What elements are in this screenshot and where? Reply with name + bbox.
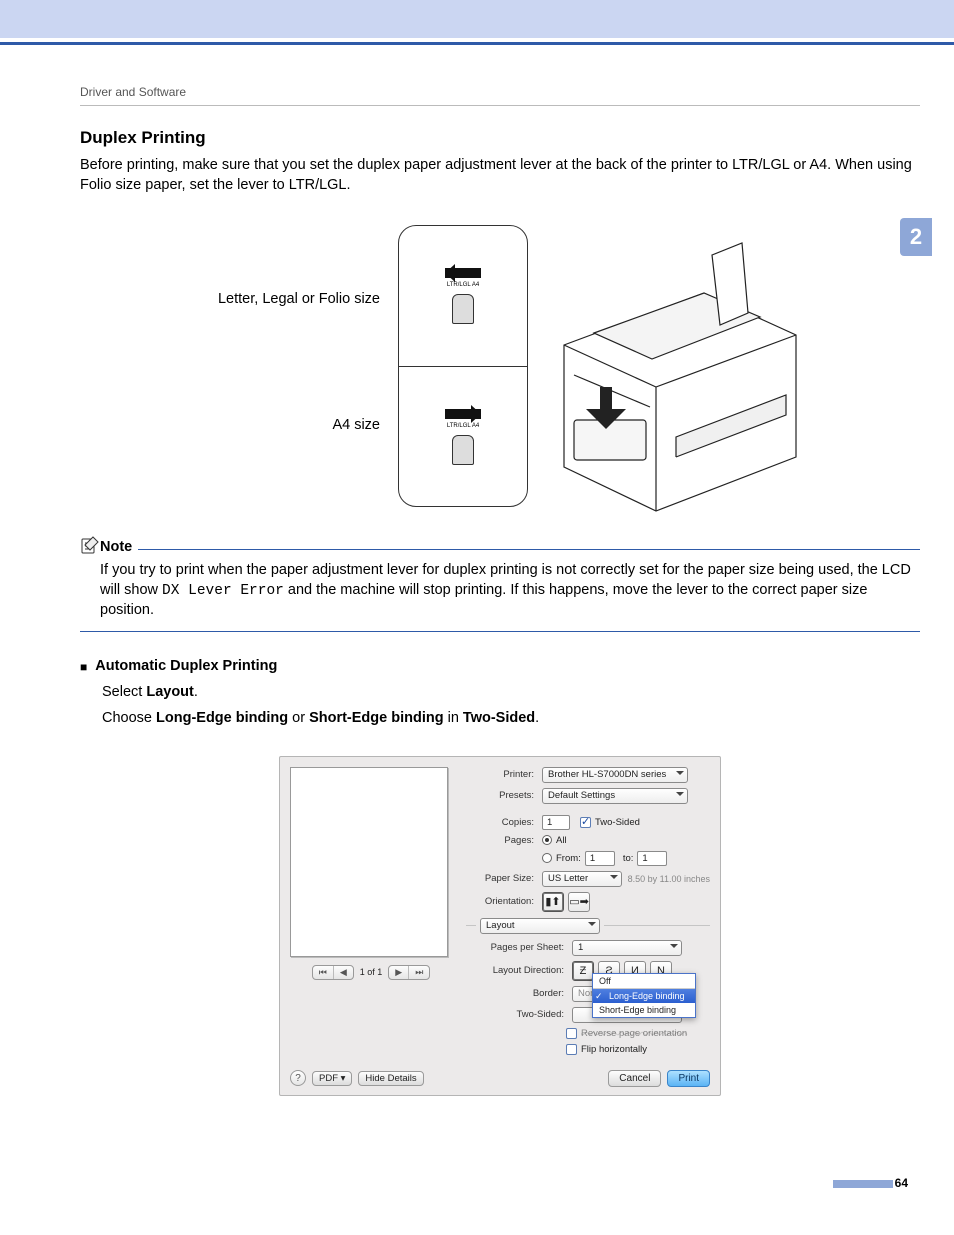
dd-option-off[interactable]: Off [593, 974, 695, 988]
auto-line-1: Select Layout. [102, 684, 920, 700]
lever-label-ltr: Letter, Legal or Folio size [80, 291, 380, 307]
reverse-page-checkbox[interactable] [566, 1028, 577, 1039]
presets-label: Presets: [466, 790, 534, 801]
page-number: 64 [80, 1176, 920, 1190]
layoutdir-label: Layout Direction: [466, 965, 564, 976]
pps-select[interactable]: 1 [572, 940, 682, 956]
orientation-label: Orientation: [466, 896, 534, 907]
note-icon [80, 535, 100, 555]
auto-duplex-heading: ■ Automatic Duplex Printing [80, 658, 920, 674]
papersize-dimensions: 8.50 by 11.00 inches [628, 874, 710, 884]
twosided-checkbox[interactable] [580, 817, 591, 828]
pages-label: Pages: [466, 835, 534, 846]
papersize-select[interactable]: US Letter [542, 871, 622, 887]
heading-duplex-printing: Duplex Printing [80, 128, 920, 148]
dd-option-long-edge[interactable]: Long-Edge binding [593, 989, 695, 1003]
pages-all-radio[interactable] [542, 835, 552, 845]
hide-details-button[interactable]: Hide Details [358, 1071, 423, 1086]
orientation-landscape-button[interactable]: ▭➡ [568, 892, 590, 912]
note-title: Note [100, 539, 132, 555]
flip-checkbox[interactable] [566, 1044, 577, 1055]
flip-label: Flip horizontally [581, 1044, 647, 1055]
reverse-page-label: Reverse page orientation [581, 1028, 687, 1039]
pager-text: 1 of 1 [360, 967, 383, 977]
note-body: If you try to print when the paper adjus… [80, 555, 920, 632]
copies-label: Copies: [466, 817, 534, 828]
printer-select[interactable]: Brother HL-S7000DN series [542, 767, 688, 783]
layoutdir-1[interactable]: Ƶ [572, 961, 594, 981]
pager-next-group[interactable]: ▶⏭ [388, 965, 430, 980]
twosided-dropdown-open[interactable]: Off Long-Edge binding Short-Edge binding [592, 973, 696, 1018]
lever-diagram-row: Letter, Legal or Folio size A4 size LTR/… [80, 225, 920, 515]
to-label: to: [623, 853, 634, 864]
twosided-checkbox-label: Two-Sided [595, 817, 640, 828]
print-preview [290, 767, 448, 957]
orientation-portrait-button[interactable]: ▮⬆ [542, 892, 564, 912]
pdf-button[interactable]: PDF ▾ [312, 1071, 352, 1086]
printer-illustration [534, 225, 814, 515]
intro-text: Before printing, make sure that you set … [80, 156, 920, 195]
presets-select[interactable]: Default Settings [542, 788, 688, 804]
help-button[interactable]: ? [290, 1070, 306, 1086]
twosided-select-label: Two-Sided: [466, 1009, 564, 1020]
breadcrumb: Driver and Software [80, 85, 920, 106]
lever-closeup-illustration: LTR/LGL A4 LTR/LGL A4 [398, 225, 528, 507]
pages-range-radio[interactable] [542, 853, 552, 863]
from-input[interactable]: 1 [585, 851, 615, 866]
cancel-button[interactable]: Cancel [608, 1070, 661, 1087]
dd-option-short-edge[interactable]: Short-Edge binding [593, 1003, 695, 1017]
to-input[interactable]: 1 [637, 851, 667, 866]
section-select[interactable]: Layout [480, 918, 600, 934]
border-label: Border: [466, 988, 564, 999]
pager-prev-group[interactable]: ⏮◀ [312, 965, 354, 980]
print-dialog: ⏮◀ 1 of 1 ▶⏭ Printer: Brother HL-S7000DN… [279, 756, 721, 1096]
print-button[interactable]: Print [667, 1070, 710, 1087]
lever-label-a4: A4 size [80, 417, 380, 433]
auto-line-2: Choose Long-Edge binding or Short-Edge b… [102, 710, 920, 726]
copies-input[interactable]: 1 [542, 815, 570, 830]
papersize-label: Paper Size: [466, 873, 534, 884]
printer-label: Printer: [466, 769, 534, 780]
note-block: Note If you try to print when the paper … [80, 535, 920, 632]
lcd-error-code: DX Lever Error [162, 583, 284, 599]
pps-label: Pages per Sheet: [466, 942, 564, 953]
from-label: From: [556, 853, 581, 864]
pages-all-label: All [556, 835, 567, 846]
chapter-tab: 2 [900, 218, 932, 256]
